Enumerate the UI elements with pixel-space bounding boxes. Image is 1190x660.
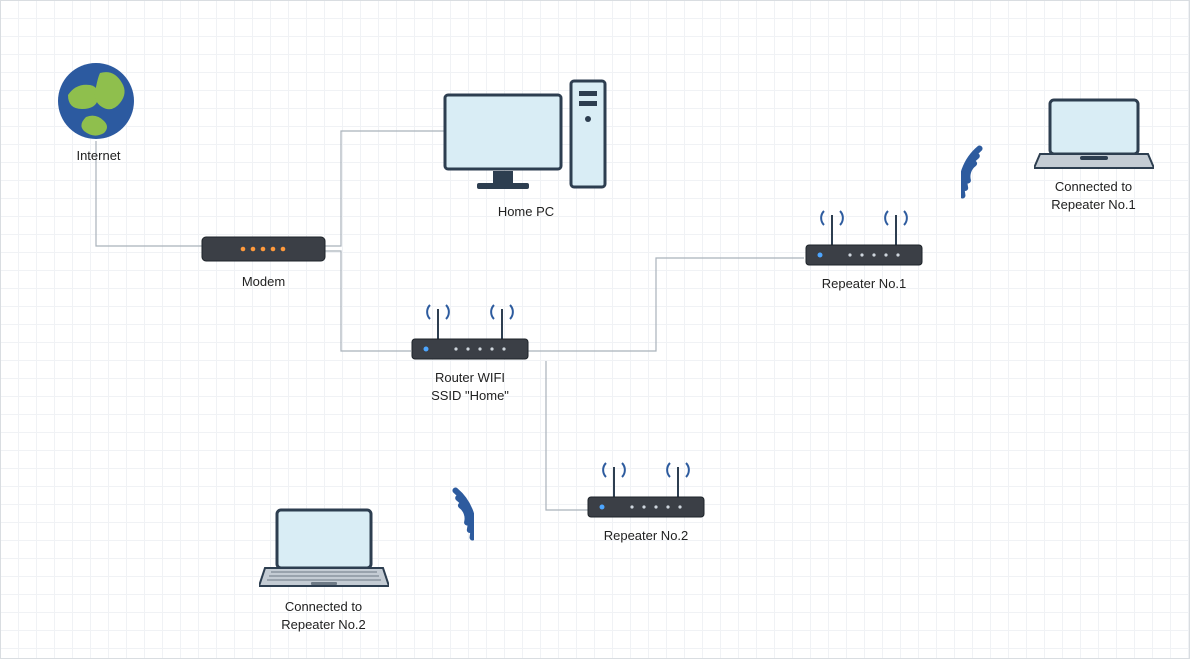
globe-icon [56,61,136,141]
desktop-pc-icon [441,79,611,197]
node-repeater-1[interactable]: Repeater No.1 [799,197,929,293]
node-laptop-r2[interactable]: Connected to Repeater No.2 [246,506,401,633]
label-home-pc: Home PC [431,203,621,221]
repeater-icon [802,197,926,269]
repeater-icon [584,449,708,521]
node-modem[interactable]: Modem [191,231,336,291]
label-modem: Modem [191,273,336,291]
label-repeater-2: Repeater No.2 [581,527,711,545]
label-router: Router WIFI SSID "Home" [405,369,535,404]
laptop-icon [1034,96,1154,172]
laptop-icon [259,506,389,592]
node-home-pc[interactable]: Home PC [431,79,621,221]
node-laptop-r1[interactable]: Connected to Repeater No.1 [1021,96,1166,213]
label-repeater-1: Repeater No.1 [799,275,929,293]
diagram-canvas: Internet Modem Home PC [0,0,1190,659]
node-repeater-2[interactable]: Repeater No.2 [581,449,711,545]
wifi-waves-icon [961,137,1021,207]
wifi-waves-icon [416,479,476,549]
node-router[interactable]: Router WIFI SSID "Home" [405,291,535,404]
router-icon [408,291,532,363]
label-internet: Internet [56,147,141,165]
label-laptop-r1: Connected to Repeater No.1 [1021,178,1166,213]
label-laptop-r2: Connected to Repeater No.2 [246,598,401,633]
modem-icon [201,231,326,267]
node-internet[interactable]: Internet [56,61,141,165]
